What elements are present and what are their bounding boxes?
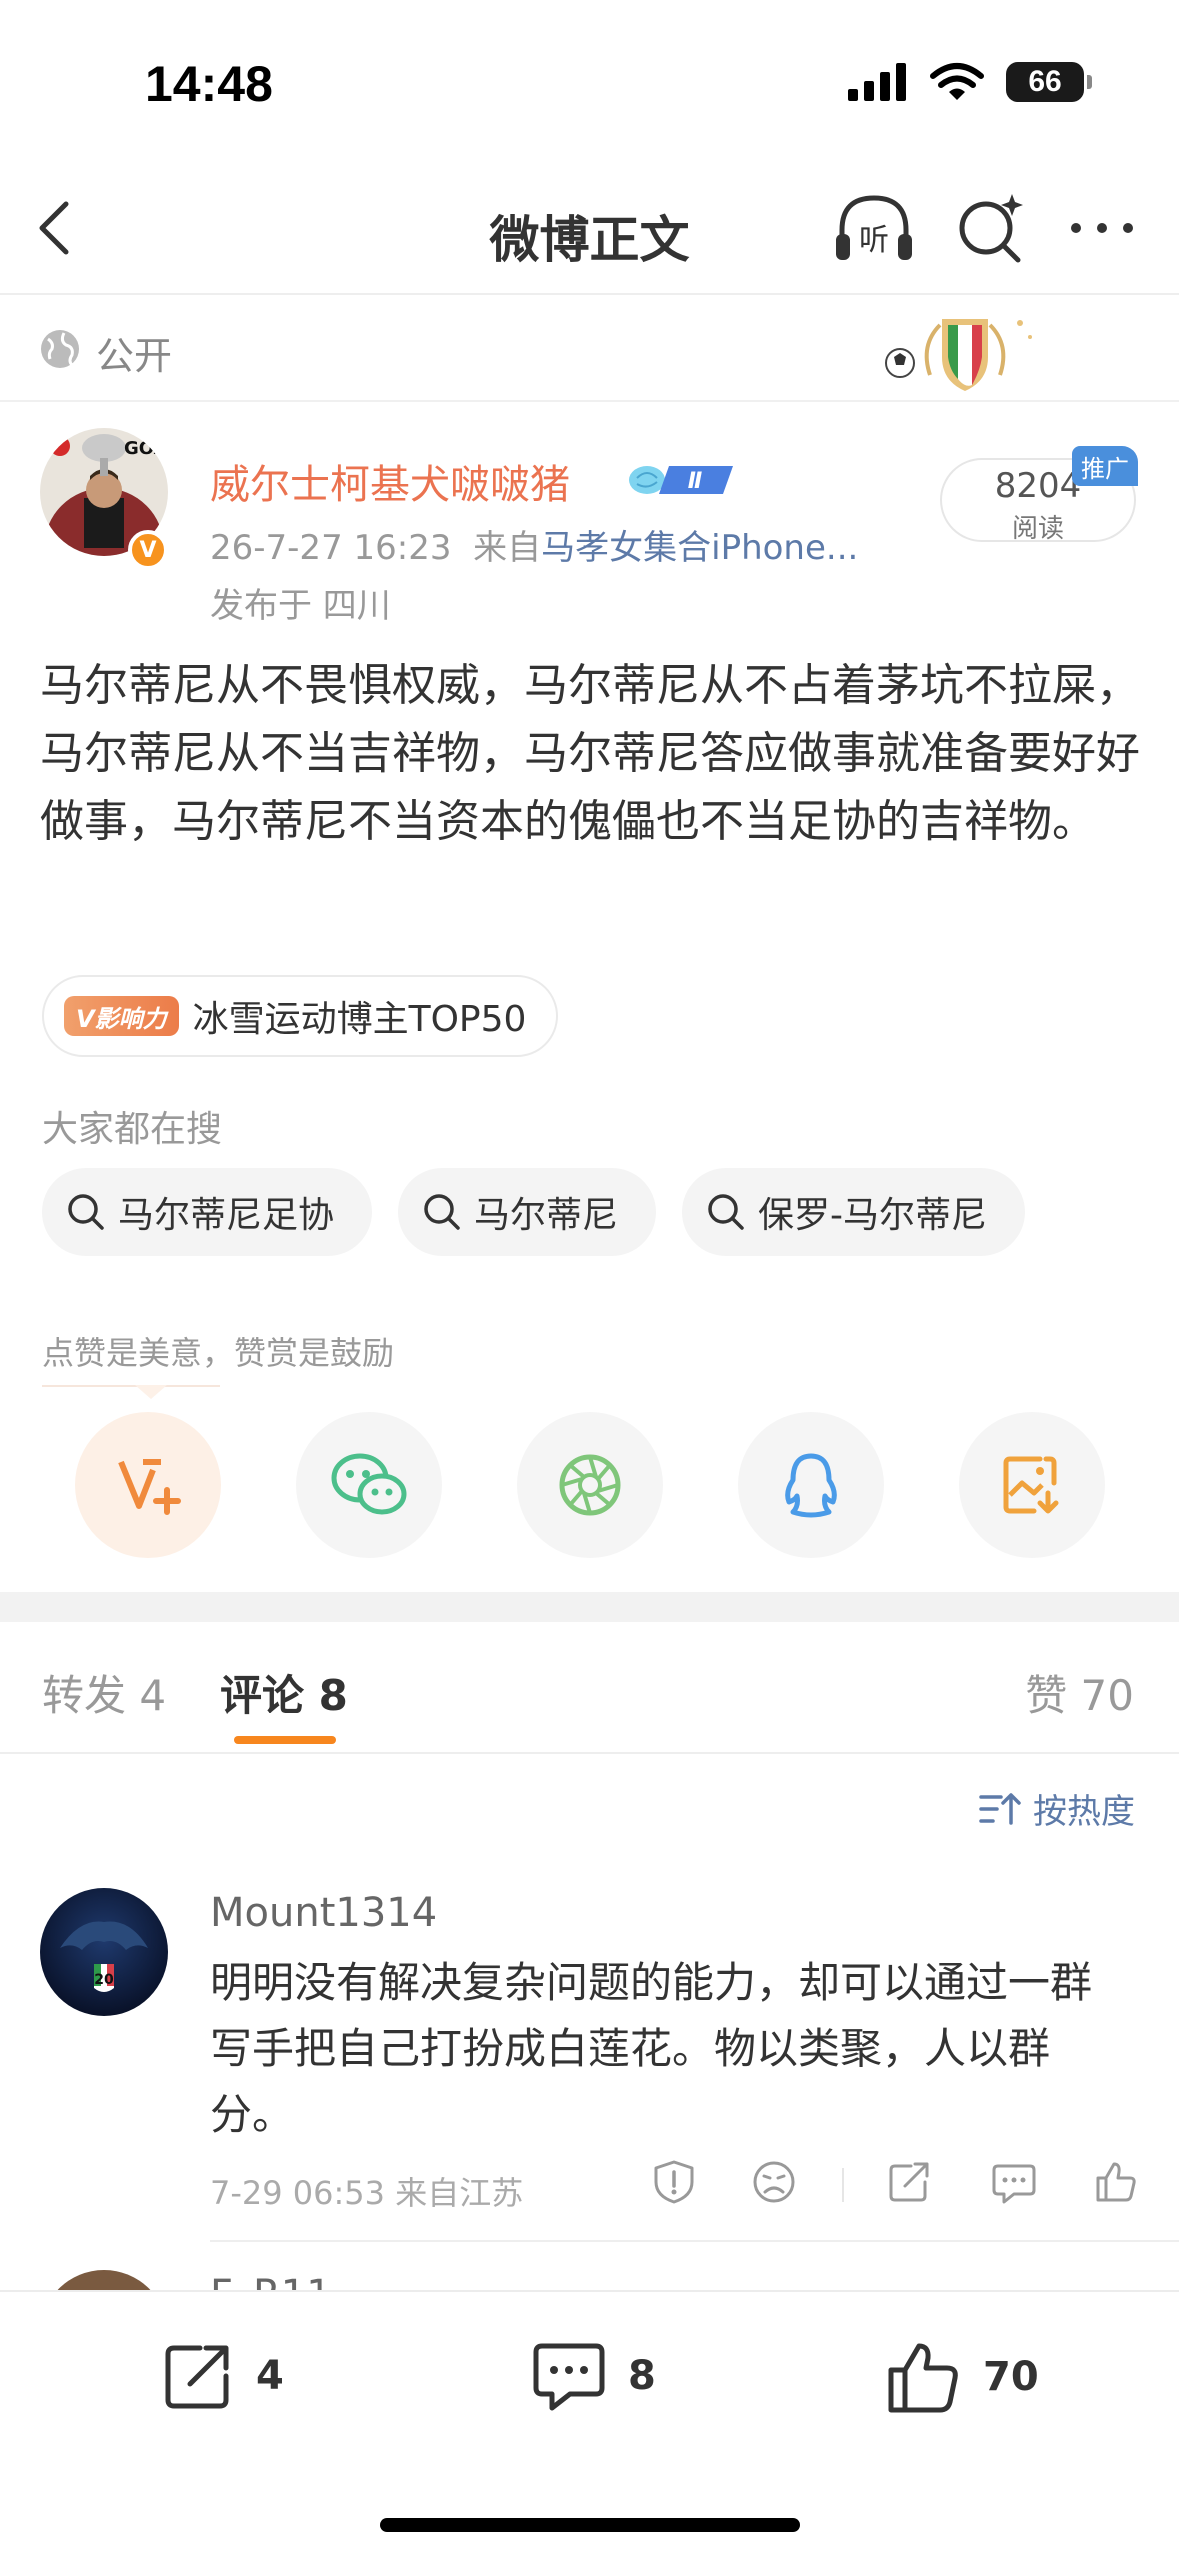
- search-chip-label: 保罗-马尔蒂尼: [758, 1195, 988, 1236]
- post-body: 马尔蒂尼从不畏惧权威，马尔蒂尼从不占着茅坑不拉屎，马尔蒂尼从不当吉祥物，马尔蒂尼…: [40, 660, 1140, 847]
- influence-label: 冰雪运动博主TOP50: [192, 999, 527, 1040]
- comment-meta: 7-29 06:53 来自江苏: [210, 2174, 524, 2212]
- search-chip[interactable]: 马尔蒂尼: [398, 1168, 657, 1256]
- comment-divider: [210, 2240, 1179, 2242]
- post-source[interactable]: 马孝女集合iPhone...: [541, 528, 858, 568]
- comment-text: 明明没有解决复杂问题的能力，却可以通过一群写手把自己打扮成白莲花。物以类聚，人以…: [210, 1958, 1093, 2139]
- thumbs-up-icon: [888, 2343, 958, 2413]
- italy-shield-badge-icon: [885, 319, 1032, 391]
- nav-header: 微博正文 听: [0, 160, 1179, 295]
- wechat-icon: [331, 1453, 407, 1515]
- like-comment-icon[interactable]: [1092, 2158, 1140, 2206]
- search-icon: [68, 1194, 104, 1230]
- svg-text:Ⅱ: Ⅱ: [688, 469, 703, 494]
- status-bar: 14:48 66: [0, 0, 1179, 160]
- qq-penguin-icon: [785, 1453, 837, 1518]
- source-prefix: 来自: [473, 528, 542, 568]
- svg-text:听: 听: [859, 223, 889, 258]
- level-badge-icon: Ⅱ: [629, 466, 733, 494]
- sort-label: 按热度: [1033, 1792, 1135, 1832]
- commenter-avatar[interactable]: 20: [40, 1888, 168, 2016]
- home-indicator: [380, 2518, 800, 2532]
- save-image-icon: [1003, 1456, 1059, 1514]
- comment-actions: [650, 2158, 1140, 2216]
- v-plus-reward-icon: [118, 1459, 181, 1515]
- bottom-action-bar: 4 8 70: [0, 2290, 1179, 2556]
- listen-headphones-icon[interactable]: 听: [832, 188, 916, 272]
- bottom-repost-button[interactable]: 4: [160, 2338, 284, 2414]
- save-image-button[interactable]: [959, 1412, 1105, 1558]
- bottom-like-button[interactable]: 70: [885, 2338, 1039, 2416]
- interaction-tabs: 转发 4 评论 8 赞 70: [0, 1622, 1179, 1754]
- influence-tag: V影响力: [64, 996, 179, 1036]
- reply-comment-icon[interactable]: [990, 2158, 1038, 2206]
- active-tab-indicator: [234, 1736, 336, 1744]
- svg-text:20: 20: [94, 1972, 114, 1988]
- visibility-row: 公开: [0, 297, 1179, 402]
- sort-by-hot-button[interactable]: 按热度: [979, 1784, 1135, 1833]
- post-timestamp: 26-7-27 16:23: [210, 528, 452, 568]
- status-icons: 66: [848, 62, 1092, 102]
- reward-pointer: [135, 1385, 167, 1399]
- sort-icon: [979, 1792, 1021, 1825]
- tab-repost[interactable]: 转发 4: [42, 1662, 166, 1723]
- search-icon: [424, 1194, 460, 1230]
- ad-tag: 推广: [1072, 446, 1138, 486]
- post-location: 发布于 四川: [210, 586, 391, 626]
- tab-like[interactable]: 赞 70: [1025, 1662, 1134, 1723]
- share-wechat-button[interactable]: [296, 1412, 442, 1558]
- share-row: [75, 1412, 1105, 1558]
- dislike-face-icon[interactable]: [750, 2158, 798, 2206]
- author-username[interactable]: 威尔士柯基犬啵啵猪: [210, 452, 570, 510]
- action-separator: [842, 2168, 844, 2202]
- bottom-comment-button[interactable]: 8: [530, 2338, 656, 2414]
- post-meta: 26-7-27 16:23 来自马孝女集合iPhone...: [210, 520, 858, 569]
- search-sparkle-icon[interactable]: [952, 190, 1030, 268]
- commenter-username[interactable]: Mount1314: [210, 1890, 437, 1936]
- share-qq-button[interactable]: [738, 1412, 884, 1558]
- trending-search-heading: 大家都在搜: [42, 1109, 223, 1150]
- verified-badge: V: [128, 530, 168, 570]
- report-icon[interactable]: [650, 2158, 698, 2206]
- search-icon: [708, 1194, 744, 1230]
- influence-chip[interactable]: V影响力 冰雪运动博主TOP50: [42, 975, 559, 1057]
- status-time: 14:48: [145, 56, 273, 112]
- search-chip[interactable]: 马尔蒂尼足协: [42, 1168, 373, 1256]
- tab-comment[interactable]: 评论 8: [220, 1662, 348, 1723]
- moments-aperture-icon: [559, 1454, 621, 1516]
- share-moments-button[interactable]: [517, 1412, 663, 1558]
- visibility-label: 公开: [96, 334, 173, 378]
- search-chip[interactable]: 保罗-马尔蒂尼: [682, 1168, 1026, 1256]
- svg-text:GOAL!: GOAL!: [124, 438, 168, 459]
- bottom-repost-count: 4: [256, 2353, 284, 2399]
- search-chip-label: 马尔蒂尼: [474, 1195, 619, 1236]
- cellular-signal-icon: [848, 63, 906, 101]
- bottom-like-count: 70: [983, 2354, 1039, 2400]
- more-options-icon[interactable]: [1066, 202, 1138, 254]
- reward-divider: [42, 1385, 220, 1387]
- reward-prompt: 点赞是美意，赞赏是鼓励: [42, 1334, 395, 1372]
- read-label: 阅读: [1011, 514, 1064, 544]
- search-chip-label: 马尔蒂尼足协: [118, 1195, 335, 1236]
- wifi-icon: [930, 63, 984, 100]
- comment-icon: [533, 2343, 605, 2411]
- bottom-comment-count: 8: [628, 2353, 656, 2399]
- globe-icon: [41, 330, 79, 368]
- repost-comment-icon[interactable]: [885, 2158, 933, 2206]
- repost-icon: [165, 2345, 229, 2409]
- battery-indicator: 66: [1006, 62, 1092, 102]
- section-separator: [0, 1592, 1179, 1622]
- trending-search-list: 马尔蒂尼足协 马尔蒂尼 保罗-马尔蒂尼: [42, 1168, 1026, 1256]
- reward-button[interactable]: [75, 1412, 221, 1558]
